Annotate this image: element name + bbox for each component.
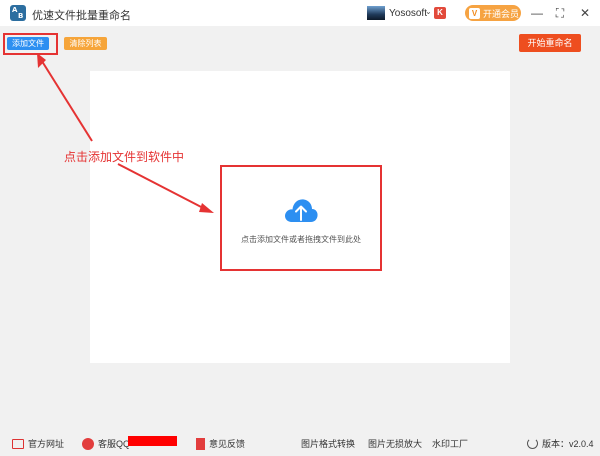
redacted-box (128, 436, 177, 446)
qq-label: 客服QQ (98, 439, 131, 449)
title-bar: A B 优速文件批量重命名 Yososoft ⌄ K V 开通会员 — ⛶ ✕ (0, 0, 600, 26)
website-link[interactable]: 官方网址 (12, 437, 64, 450)
add-button-highlight (3, 33, 58, 55)
version-info: 版本：v2.0.4 (527, 437, 594, 450)
brand-badge-icon: K (434, 7, 446, 19)
qq-link[interactable]: 客服QQ (82, 437, 130, 450)
clear-list-button[interactable]: 清除列表 (64, 37, 107, 50)
monitor-icon (12, 438, 24, 449)
app-logo-icon: A B (10, 5, 26, 21)
app-title: 优速文件批量重命名 (32, 10, 131, 22)
website-label: 官方网址 (28, 439, 65, 449)
vip-label: 开通会员 (483, 8, 520, 19)
arrow-up-icon (39, 57, 93, 142)
cloud-upload-icon (285, 199, 318, 222)
feedback-link[interactable]: 意见反馈 (196, 437, 245, 450)
chevron-down-icon[interactable]: ⌄ (425, 7, 432, 16)
drop-zone-text: 点击添加文件或者拖拽文件到此处 (241, 235, 361, 244)
annotation-text: 点击添加文件到软件中 (64, 150, 185, 164)
crown-icon: V (469, 7, 480, 19)
avatar[interactable] (367, 6, 385, 20)
minimize-button[interactable]: — (529, 5, 545, 21)
start-rename-button[interactable]: 开始重命名 (519, 34, 581, 52)
qq-penguin-icon (82, 437, 94, 450)
drop-zone[interactable]: 点击添加文件或者拖拽文件到此处 (220, 165, 382, 271)
version-label: 版本：v2.0.4 (542, 439, 594, 449)
image-enlarge-link[interactable]: 图片无损放大 (368, 437, 422, 450)
refresh-icon (527, 438, 538, 449)
close-button[interactable]: ✕ (577, 5, 593, 21)
feedback-label: 意见反馈 (209, 439, 246, 449)
watermark-link[interactable]: 水印工厂 (432, 437, 468, 450)
vip-button[interactable]: V 开通会员 (465, 5, 521, 21)
image-convert-link[interactable]: 图片格式转换 (301, 437, 355, 450)
feedback-icon (196, 437, 205, 450)
user-name[interactable]: Yososoft (389, 8, 427, 19)
maximize-button[interactable]: ⛶ (552, 5, 568, 21)
